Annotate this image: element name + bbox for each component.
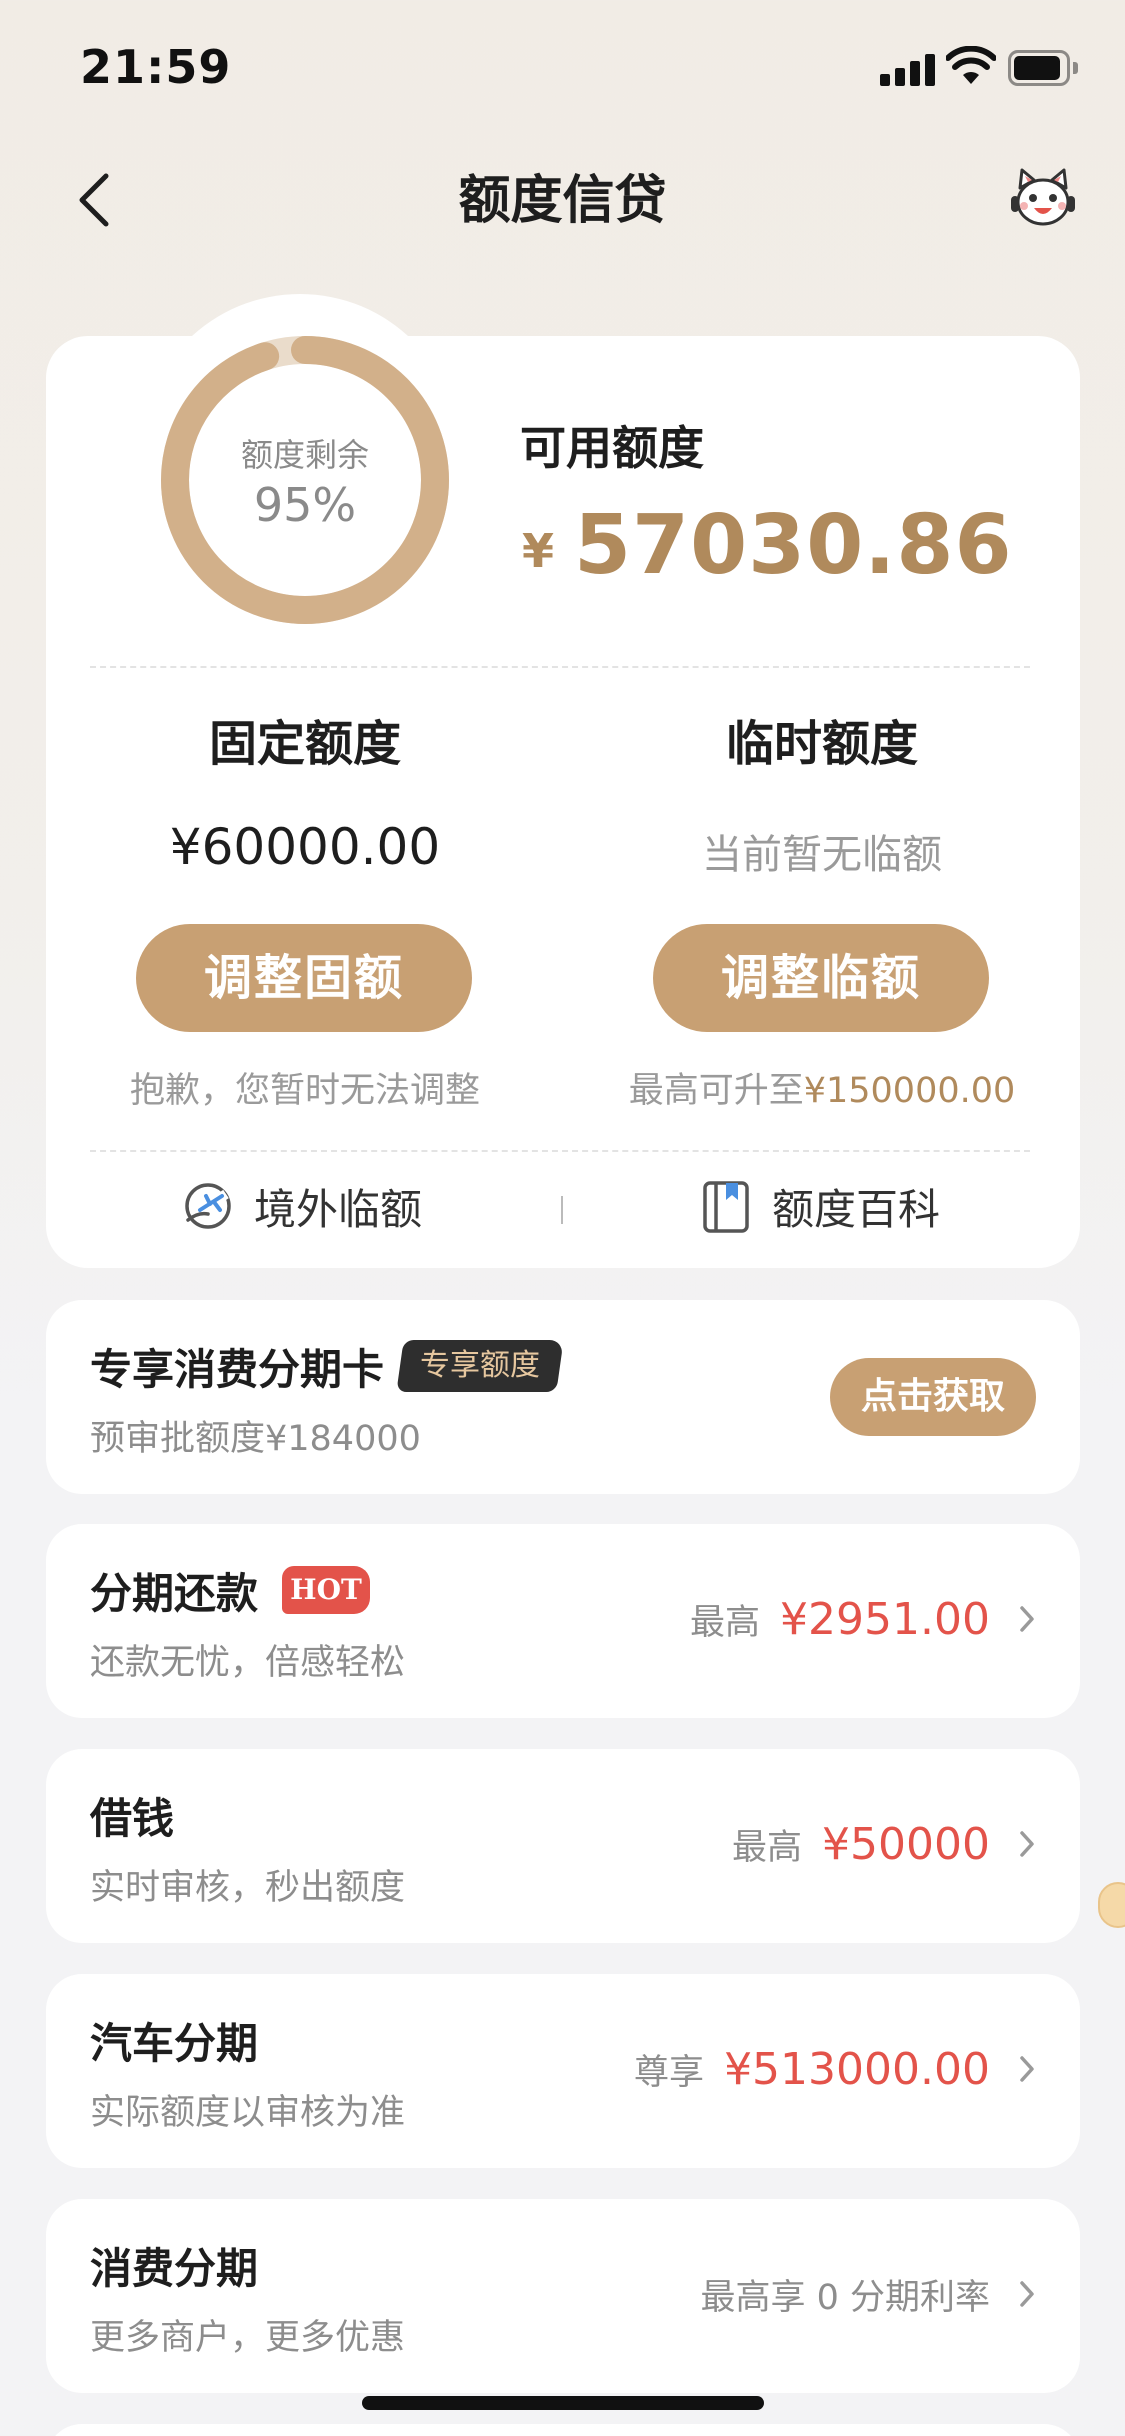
status-bar: 21:59 xyxy=(0,0,1125,140)
book-icon xyxy=(703,1181,749,1233)
product-limit: 尊享 ¥513000.00 xyxy=(634,2034,1036,2104)
limit-prefix: 最高 xyxy=(732,1827,803,1868)
nav-bar: 额度信贷 xyxy=(0,140,1125,250)
ring-label: 额度剩余 xyxy=(240,436,369,474)
product-subtitle: 更多商户，更多优惠 xyxy=(90,2318,406,2358)
limit-amount: ¥513000.00 xyxy=(724,2043,990,2095)
product-title: 分期还款 xyxy=(90,1569,259,1618)
divider xyxy=(90,666,1030,668)
auto-installment-card[interactable]: 汽车分期 实际额度以审核为准 尊享 ¥513000.00 xyxy=(46,1974,1080,2168)
product-limit: 最高 ¥50000 xyxy=(732,1809,1036,1879)
customer-service-mascot-icon[interactable] xyxy=(1008,166,1078,230)
temporary-credit-status: 当前暂无临额 xyxy=(702,832,942,878)
floating-coin-icon[interactable] xyxy=(1098,1882,1125,1928)
wifi-icon xyxy=(946,46,996,84)
installment-repayment-card[interactable]: 分期还款 HOT 还款无忧，倍感轻松 最高 ¥2951.00 xyxy=(46,1524,1080,1718)
chevron-right-icon xyxy=(1020,2281,1034,2307)
limit-amount: ¥2951.00 xyxy=(780,1593,990,1645)
divider xyxy=(90,1150,1030,1152)
temporary-credit-note: 最高可升至¥150000.00 xyxy=(562,1062,1082,1113)
overseas-link-label: 境外临额 xyxy=(254,1185,423,1234)
consumer-installment-card[interactable]: 消费分期 更多商户，更多优惠 最高享 0 分期利率 xyxy=(46,2199,1080,2393)
temporary-note-amount: ¥150000.00 xyxy=(803,1071,1016,1111)
available-credit-amount: 57030.86 xyxy=(574,498,1013,593)
product-title: 专享消费分期卡 xyxy=(90,1345,385,1394)
temporary-credit-title: 临时额度 xyxy=(725,716,918,772)
link-divider xyxy=(561,1196,563,1224)
temporary-note-prefix: 最高可升至 xyxy=(628,1071,804,1111)
product-subtitle: 还款无忧，倍感轻松 xyxy=(90,1643,406,1683)
home-indicator[interactable] xyxy=(362,2396,764,2410)
product-subtitle: 预审批额度¥184000 xyxy=(90,1419,421,1459)
next-product-card-partial xyxy=(46,2424,1080,2436)
available-credit-currency: ¥ xyxy=(522,524,555,578)
ring-percent: 95% xyxy=(253,478,357,532)
hot-badge: HOT xyxy=(282,1566,370,1614)
chevron-right-icon xyxy=(1020,2056,1034,2082)
chevron-right-icon xyxy=(1020,1831,1034,1857)
page-title: 额度信贷 xyxy=(458,171,667,231)
borrow-money-card[interactable]: 借钱 实时审核，秒出额度 最高 ¥50000 xyxy=(46,1749,1080,1943)
exclusive-credit-tag: 专享额度 xyxy=(396,1340,564,1392)
available-credit-label: 可用额度 xyxy=(520,421,704,475)
status-time: 21:59 xyxy=(80,40,232,94)
product-limit: 最高享 0 分期利率 xyxy=(700,2259,1036,2329)
limit-prefix: 最高 xyxy=(690,1602,761,1643)
limit-prefix: 尊享 xyxy=(634,2052,705,2093)
product-title: 消费分期 xyxy=(90,2244,259,2293)
overseas-plane-icon xyxy=(185,1183,231,1229)
cellular-signal-icon xyxy=(880,52,936,86)
product-subtitle: 实际额度以审核为准 xyxy=(90,2093,406,2133)
adjust-fixed-credit-button[interactable]: 调整固额 xyxy=(136,924,472,1032)
overseas-temp-credit-link[interactable]: 境外临额 xyxy=(182,1176,462,1236)
fixed-credit-note: 抱歉，您暂时无法调整 xyxy=(129,1071,480,1111)
credit-wiki-link[interactable]: 额度百科 xyxy=(702,1176,962,1236)
adjust-temporary-credit-button[interactable]: 调整临额 xyxy=(653,924,989,1032)
wiki-link-label: 额度百科 xyxy=(772,1185,941,1234)
product-title: 汽车分期 xyxy=(90,2019,259,2068)
battery-icon xyxy=(1008,50,1078,86)
fixed-credit-title: 固定额度 xyxy=(208,716,401,772)
rate-note: 最高享 0 分期利率 xyxy=(700,2277,990,2318)
exclusive-installment-card[interactable]: 专享消费分期卡 专享额度 预审批额度¥184000 点击获取 xyxy=(46,1300,1080,1494)
limit-amount: ¥50000 xyxy=(822,1818,990,1870)
fixed-credit-amount: ¥60000.00 xyxy=(169,818,441,876)
product-limit: 最高 ¥2951.00 xyxy=(690,1584,1036,1654)
get-card-button[interactable]: 点击获取 xyxy=(830,1358,1036,1436)
product-subtitle: 实时审核，秒出额度 xyxy=(90,1868,406,1908)
product-title: 借钱 xyxy=(90,1794,175,1843)
chevron-right-icon xyxy=(1020,1606,1034,1632)
